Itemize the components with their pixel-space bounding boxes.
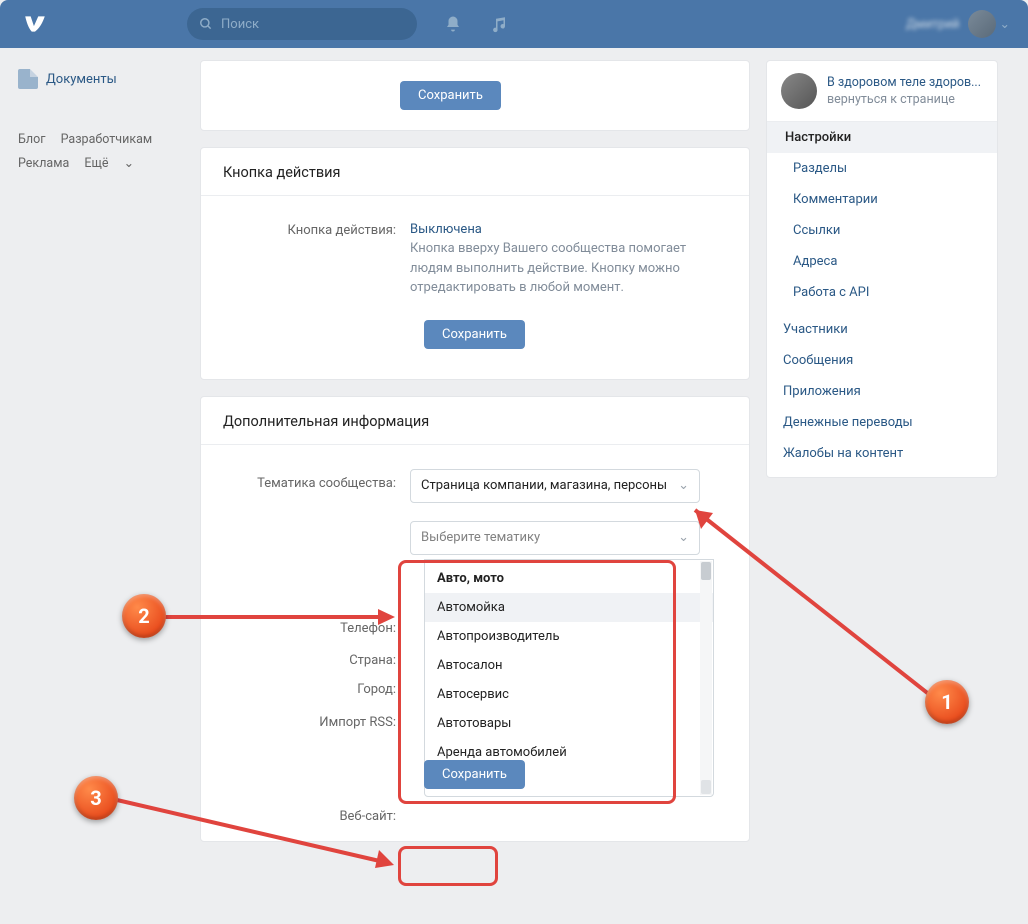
side-addresses[interactable]: Адреса: [767, 246, 997, 277]
rss-label: Импорт RSS:: [225, 715, 410, 730]
side-api[interactable]: Работа с API: [767, 277, 997, 308]
chevron-down-icon: ⌄: [124, 156, 134, 171]
topic-label: Тематика сообщества:: [225, 469, 410, 503]
topic-select[interactable]: Страница компании, магазина, персоны ⌄: [410, 469, 700, 503]
vk-logo[interactable]: [18, 7, 52, 41]
search-icon: [199, 17, 213, 31]
notifications-icon[interactable]: [443, 14, 463, 34]
main-column: Сохранить Кнопка действия Кнопка действи…: [200, 60, 750, 858]
document-icon: [18, 69, 38, 89]
sidebar-card: В здоровом теле здоров... вернуться к ст…: [766, 60, 998, 478]
community-title: В здоровом теле здоров...: [827, 75, 981, 90]
subtopic-label: [225, 521, 410, 555]
callout-1: 1: [925, 680, 969, 724]
callout-3: 3: [74, 776, 118, 820]
side-sections[interactable]: Разделы: [767, 153, 997, 184]
footer-dev[interactable]: Разработчикам: [61, 132, 153, 147]
save-button-1[interactable]: Сохранить: [400, 81, 501, 110]
footer-more[interactable]: Ещё ⌄: [84, 156, 146, 171]
left-nav: Документы Блог Разработчикам Реклама Ещё…: [18, 60, 188, 858]
right-sidebar: В здоровом теле здоров... вернуться к ст…: [766, 60, 998, 858]
section-title-2: Дополнительная информация: [201, 397, 749, 445]
user-name: Дмитрий: [906, 17, 959, 32]
section-title: Кнопка действия: [201, 148, 749, 196]
website-label: Веб-сайт:: [225, 809, 410, 824]
user-menu[interactable]: Дмитрий ⌄: [906, 10, 1010, 38]
side-apps[interactable]: Приложения: [767, 376, 997, 407]
panel-additional-info: Дополнительная информация Тематика сообщ…: [200, 396, 750, 842]
community-avatar-icon: [781, 73, 817, 109]
sidebar-header[interactable]: В здоровом теле здоров... вернуться к ст…: [767, 61, 997, 122]
chevron-down-icon: ⌄: [1000, 16, 1010, 32]
panel-top: Сохранить: [200, 60, 750, 131]
user-avatar-icon: [968, 10, 996, 38]
nav-documents[interactable]: Документы: [18, 64, 188, 94]
side-links[interactable]: Ссылки: [767, 215, 997, 246]
footer-ads[interactable]: Реклама: [18, 156, 69, 171]
callout-2: 2: [122, 594, 166, 638]
action-button-label: Кнопка действия:: [225, 216, 410, 298]
panel-action-button: Кнопка действия Кнопка действия: Выключе…: [200, 147, 750, 380]
side-messages[interactable]: Сообщения: [767, 345, 997, 376]
side-settings[interactable]: Настройки: [767, 122, 997, 153]
back-to-page[interactable]: вернуться к странице: [827, 92, 981, 107]
scrollbar-thumb[interactable]: [701, 562, 711, 580]
phone-label: Телефон:: [225, 621, 410, 636]
side-transfers[interactable]: Денежные переводы: [767, 407, 997, 438]
nav-footer: Блог Разработчикам Реклама Ещё ⌄: [18, 128, 188, 176]
save-button-3[interactable]: Сохранить: [424, 760, 525, 789]
top-header: Дмитрий ⌄: [0, 0, 1028, 48]
dropdown-category: Авто, мото: [425, 564, 713, 593]
city-label: Город:: [225, 682, 410, 697]
chevron-down-icon: ⌄: [678, 478, 689, 493]
save-button-2[interactable]: Сохранить: [424, 320, 525, 349]
country-label: Страна:: [225, 653, 410, 668]
subtopic-placeholder: Выберите тематику: [421, 530, 540, 545]
search-box[interactable]: [187, 8, 417, 40]
action-button-desc: Кнопка вверху Вашего сообщества помогает…: [410, 239, 725, 298]
side-comments[interactable]: Комментарии: [767, 184, 997, 215]
nav-label: Документы: [46, 72, 117, 87]
chevron-down-icon: ⌄: [678, 530, 689, 545]
topic-value: Страница компании, магазина, персоны: [421, 478, 667, 493]
search-input[interactable]: [221, 17, 405, 32]
action-button-status[interactable]: Выключена: [410, 216, 725, 237]
subtopic-select[interactable]: Выберите тематику ⌄: [410, 521, 700, 555]
footer-blog[interactable]: Блог: [18, 132, 45, 147]
side-complaints[interactable]: Жалобы на контент: [767, 438, 997, 469]
side-members[interactable]: Участники: [767, 314, 997, 345]
music-icon[interactable]: [489, 14, 509, 34]
